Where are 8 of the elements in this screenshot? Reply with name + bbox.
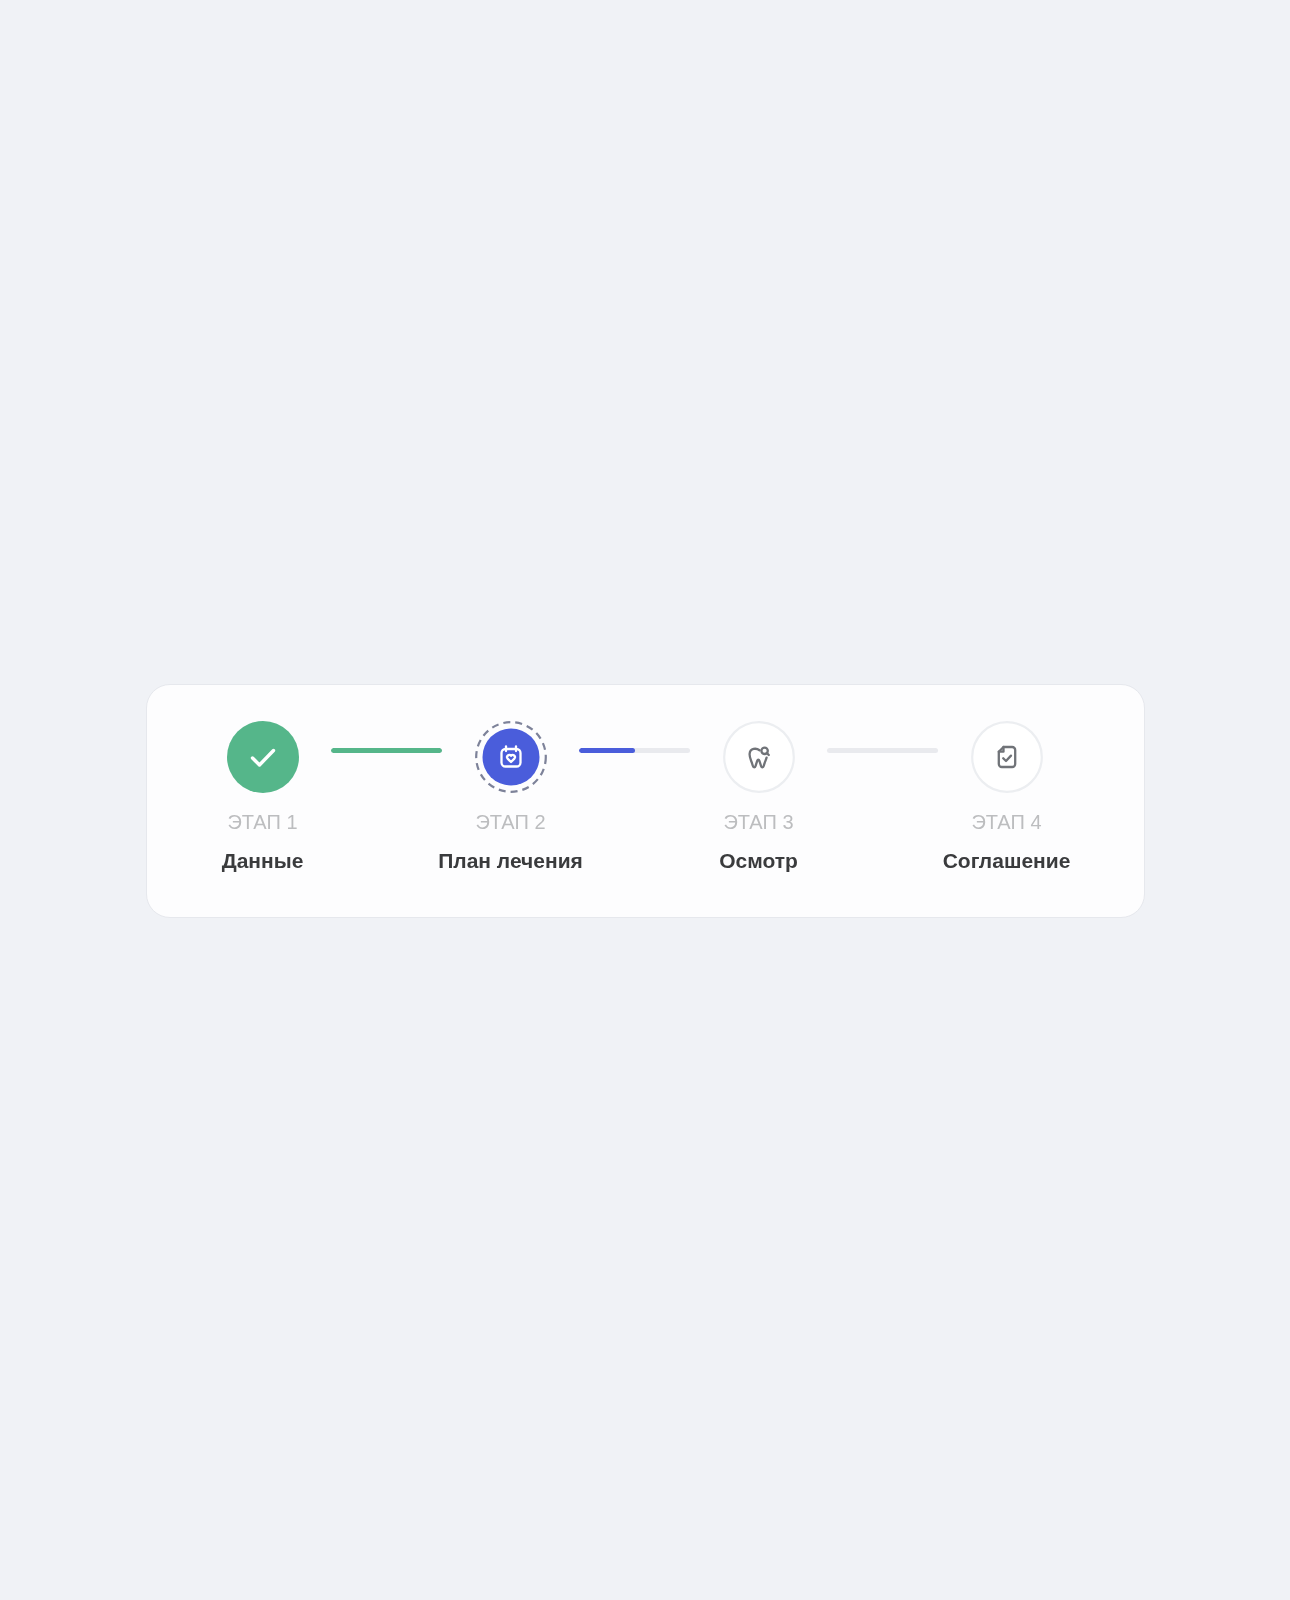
step-label: ЭТАП 4 xyxy=(971,810,1042,834)
step-label: ЭТАП 3 xyxy=(723,810,794,834)
step-name: Осмотр xyxy=(719,848,798,874)
step-name: План лечения xyxy=(438,848,583,874)
step-label: ЭТАП 1 xyxy=(227,810,298,834)
step-label: ЭТАП 2 xyxy=(475,810,546,834)
step-name: Соглашение xyxy=(942,848,1071,874)
step-name: Данные xyxy=(221,848,304,874)
